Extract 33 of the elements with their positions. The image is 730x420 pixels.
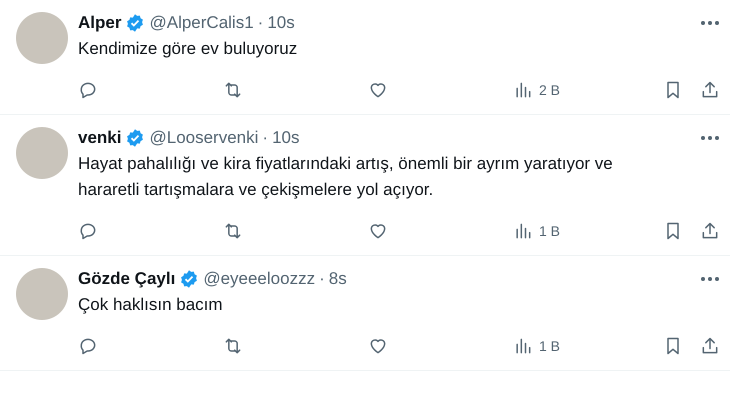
heart-icon[interactable] — [368, 80, 388, 100]
share-icon[interactable] — [700, 336, 720, 356]
share-icon[interactable] — [700, 221, 720, 241]
user-name[interactable]: venki — [78, 127, 122, 149]
separator-dot: · — [258, 12, 264, 34]
post-text: Hayat pahalılığı ve kira fiyatlarındaki artış, önemli bir ayrım yaratıyor ve hararetli tartışmalara ve çekişmelere yol açıyor. — [78, 153, 614, 201]
heart-icon[interactable] — [368, 221, 388, 241]
repost-icon[interactable] — [223, 221, 243, 241]
user-name[interactable]: Gözde Çaylı — [78, 268, 176, 290]
post-text: Çok haklısın bacım — [78, 294, 224, 316]
post-time[interactable]: 10s — [267, 12, 295, 34]
reply-icon[interactable] — [78, 221, 98, 241]
reply-icon[interactable] — [78, 336, 98, 356]
user-handle[interactable]: @Looservenki — [149, 127, 258, 149]
more-icon[interactable] — [700, 20, 720, 26]
more-icon[interactable] — [700, 276, 720, 282]
separator-dot: · — [319, 268, 325, 290]
post-time[interactable]: 10s — [272, 127, 300, 149]
user-name[interactable]: Alper — [78, 12, 122, 34]
view-count[interactable]: 1 B — [539, 223, 560, 239]
separator-dot: · — [262, 127, 268, 149]
heart-icon[interactable] — [368, 336, 388, 356]
repost-icon[interactable] — [223, 336, 243, 356]
reply-icon[interactable] — [78, 80, 98, 100]
repost-icon[interactable] — [223, 80, 243, 100]
share-icon[interactable] — [700, 80, 720, 100]
view-count[interactable]: 1 B — [539, 338, 560, 354]
user-handle[interactable]: @AlperCalis1 — [149, 12, 254, 34]
post-time[interactable]: 8s — [328, 268, 347, 290]
post-text: Kendimize göre ev buluyoruz — [78, 38, 298, 60]
more-icon[interactable] — [700, 135, 720, 141]
view-count[interactable]: 2 B — [539, 82, 560, 98]
user-handle[interactable]: @eyeeeloozzz — [203, 268, 316, 290]
